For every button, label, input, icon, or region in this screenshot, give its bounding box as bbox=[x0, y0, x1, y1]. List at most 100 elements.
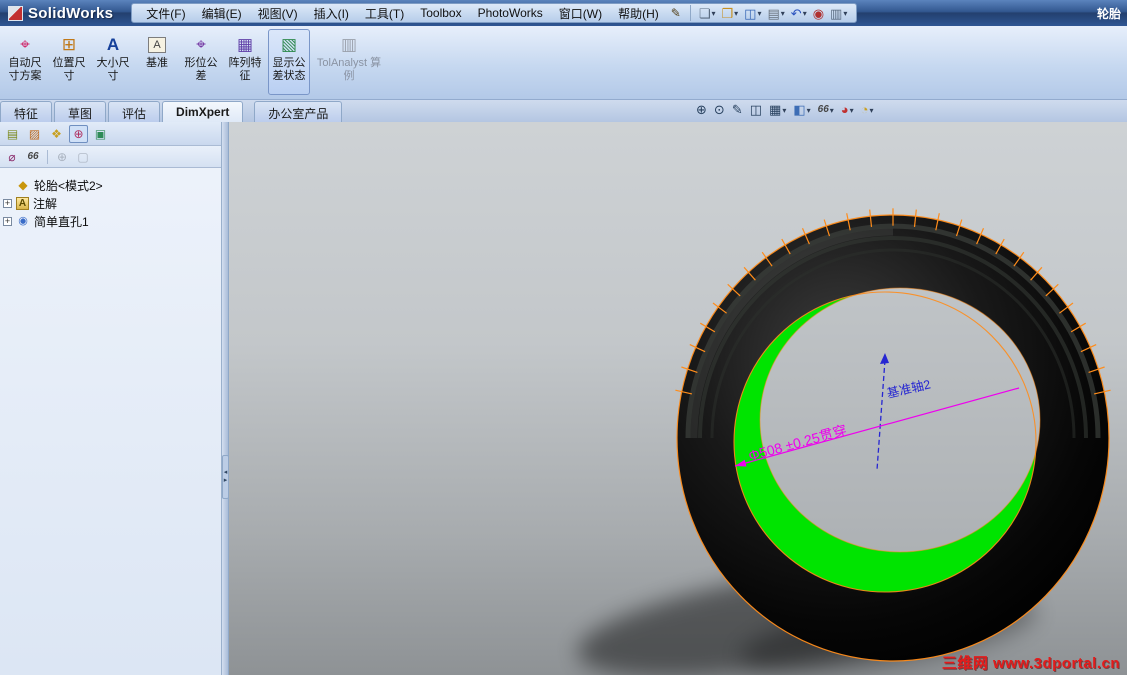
undo-button[interactable]: ↶ bbox=[791, 7, 807, 20]
tree-item-simple-hole[interactable]: ◉ 简单直孔1 bbox=[0, 212, 221, 230]
panel-splitter[interactable]: ◂ ▸ bbox=[222, 122, 229, 675]
menubar: 文件(F) 编辑(E) 视图(V) 插入(I) 工具(T) Toolbox Ph… bbox=[131, 3, 858, 23]
edit-appearance-button[interactable]: ◕ bbox=[841, 103, 854, 117]
print-button[interactable]: ▤ bbox=[767, 7, 784, 20]
menu-edit[interactable]: 编辑(E) bbox=[194, 5, 250, 22]
command-manager: ⌖ 自动尺寸方案 ⊞ 位置尺寸 A 大小尺寸 A 基准 ⌖ 形位公差 ▦ 阵列特… bbox=[0, 26, 1127, 100]
save-icon: ◫ bbox=[744, 5, 757, 21]
dimxpert-manager-panel: ▤ ▨ ❖ ⊕ ▣ ⌀ 66 ⊕ ▢ ◆ 轮胎<模式2> A 注解 bbox=[0, 122, 222, 675]
dropdown-caret-icon[interactable] bbox=[850, 106, 854, 115]
annotations-icon: A bbox=[16, 196, 29, 210]
tree-expander[interactable] bbox=[3, 198, 12, 208]
panel-collapse-handle[interactable]: ◂ ▸ bbox=[222, 455, 229, 499]
zoom-area-button[interactable]: ⊙ bbox=[714, 103, 725, 117]
dropdown-caret-icon[interactable] bbox=[803, 9, 807, 18]
location-dimension-button[interactable]: ⊞ 位置尺寸 bbox=[48, 29, 90, 95]
dimxpert-tool-row: ⌀ 66 ⊕ ▢ bbox=[0, 146, 221, 168]
dimxpert-tool-disabled-icon: ⊕ bbox=[56, 149, 68, 164]
model-viewport[interactable]: 基准轴2 Φ508 ±0.25贯穿 三维网 www.3dportal.cn bbox=[229, 122, 1127, 675]
propertymanager-tab[interactable]: ▨ bbox=[25, 125, 44, 143]
configurationmanager-tab[interactable]: ❖ bbox=[47, 125, 66, 143]
dimxpert-tool2-disabled-icon: ▢ bbox=[77, 149, 89, 164]
menu-file[interactable]: 文件(F) bbox=[138, 5, 193, 22]
open-button[interactable]: ❒ bbox=[721, 7, 738, 20]
button-label: 自动尺寸方案 bbox=[8, 57, 42, 82]
menu-help[interactable]: 帮助(H) bbox=[610, 5, 667, 22]
search-icon[interactable]: ✎ bbox=[671, 6, 681, 20]
section-view-button[interactable]: ◫ bbox=[750, 103, 762, 117]
watermark: 三维网 www.3dportal.cn bbox=[941, 655, 1120, 672]
datum-button[interactable]: A 基准 bbox=[136, 29, 178, 95]
filter-annotations-icon: ✎ bbox=[731, 102, 743, 117]
menu-toolbox[interactable]: Toolbox bbox=[412, 6, 469, 20]
undo-icon: ↶ bbox=[790, 5, 802, 21]
dropdown-caret-icon[interactable] bbox=[734, 9, 738, 18]
menu-tools[interactable]: 工具(T) bbox=[357, 5, 412, 22]
tab-sketch[interactable]: 草图 bbox=[54, 101, 107, 122]
view-orientation-icon: ▦ bbox=[769, 102, 782, 117]
tree-item-part[interactable]: ◆ 轮胎<模式2> bbox=[0, 176, 221, 194]
tab-evaluate[interactable]: 评估 bbox=[108, 101, 161, 122]
tab-dimxpert[interactable]: DimXpert bbox=[162, 101, 244, 122]
location-dimension-icon: ⊞ bbox=[61, 35, 77, 54]
scene-icon: ◔ bbox=[860, 102, 869, 117]
show-tolerance-status-icon[interactable]: 66 bbox=[24, 151, 42, 162]
button-label: 形位公差 bbox=[184, 57, 218, 82]
solidworks-logo-icon bbox=[8, 5, 23, 21]
pattern-feature-icon: ▦ bbox=[236, 35, 254, 54]
tolanalyst-study-button: ▥ TolAnalyst 算例 bbox=[312, 29, 386, 95]
rebuild-icon: ◉ bbox=[812, 5, 825, 21]
new-document-button[interactable]: ❏ bbox=[699, 7, 716, 20]
view-orientation-button[interactable]: ▦ bbox=[769, 103, 786, 117]
tree-item-annotations[interactable]: A 注解 bbox=[0, 194, 221, 212]
print-icon: ▤ bbox=[767, 5, 780, 21]
save-button[interactable]: ◫ bbox=[744, 7, 761, 20]
dropdown-caret-icon[interactable] bbox=[757, 9, 761, 18]
dropdown-caret-icon[interactable] bbox=[843, 9, 847, 18]
geometric-tolerance-icon: ⌖ bbox=[196, 35, 206, 54]
tree-item-label: 注解 bbox=[33, 196, 58, 211]
filter-annotations-button[interactable]: ✎ bbox=[732, 103, 743, 117]
tree-item-label: 轮胎<模式2> bbox=[34, 178, 103, 193]
app-name: SolidWorks bbox=[28, 4, 114, 22]
menu-view[interactable]: 视图(V) bbox=[250, 5, 306, 22]
dimxpert-auto-dimension-icon[interactable]: ⌀ bbox=[3, 150, 21, 164]
zoom-area-icon: ⊙ bbox=[713, 102, 725, 117]
tolanalyst-study-icon: ▥ bbox=[340, 35, 358, 54]
display-style-button[interactable]: ◧ bbox=[793, 103, 810, 117]
collapse-arrow-icon: ◂ bbox=[223, 469, 228, 476]
pattern-feature-button[interactable]: ▦ 阵列特征 bbox=[224, 29, 266, 95]
view-heads-up-toolbar: ⊕ ⊙ ✎ ◫ ▦ ◧ 66 ◕ bbox=[696, 103, 874, 117]
featuremanager-tab[interactable]: ▤ bbox=[3, 125, 22, 143]
dimxpertmanager-tab[interactable]: ⊕ bbox=[69, 124, 88, 143]
part-icon: ◆ bbox=[18, 177, 28, 192]
auto-dimension-scheme-button[interactable]: ⌖ 自动尺寸方案 bbox=[4, 29, 46, 95]
tab-features[interactable]: 特征 bbox=[0, 101, 53, 122]
displaymanager-tab[interactable]: ▣ bbox=[91, 125, 110, 143]
dropdown-caret-icon[interactable] bbox=[711, 9, 715, 18]
auto-dimension-scheme-icon: ⌖ bbox=[20, 35, 30, 54]
menu-photoworks[interactable]: PhotoWorks bbox=[470, 6, 551, 20]
size-dimension-button[interactable]: A 大小尺寸 bbox=[92, 29, 134, 95]
task-pane-button[interactable]: ▥ bbox=[830, 7, 847, 20]
geometric-tolerance-button[interactable]: ⌖ 形位公差 bbox=[180, 29, 222, 95]
menu-insert[interactable]: 插入(I) bbox=[306, 5, 357, 22]
menu-window[interactable]: 窗口(W) bbox=[551, 5, 610, 22]
tire-model-view[interactable]: 基准轴2 Φ508 ±0.25贯穿 bbox=[229, 122, 1127, 675]
hole-feature-icon: ◉ bbox=[18, 214, 28, 227]
rebuild-button[interactable]: ◉ bbox=[813, 7, 824, 20]
button-label: 位置尺寸 bbox=[52, 57, 86, 82]
dropdown-caret-icon[interactable] bbox=[807, 106, 811, 115]
tab-office-products[interactable]: 办公室产品 bbox=[254, 101, 343, 122]
button-label: 基准 bbox=[146, 57, 168, 69]
scene-button[interactable]: ◔ bbox=[861, 103, 874, 117]
dropdown-caret-icon[interactable] bbox=[782, 106, 786, 115]
dropdown-caret-icon[interactable] bbox=[781, 9, 785, 18]
zoom-fit-button[interactable]: ⊕ bbox=[696, 103, 707, 117]
dropdown-caret-icon[interactable] bbox=[830, 106, 834, 115]
show-tolerance-status-button[interactable]: ▧ 显示公差状态 bbox=[268, 29, 310, 95]
dropdown-caret-icon[interactable] bbox=[870, 106, 874, 115]
tree-expander[interactable] bbox=[3, 216, 12, 226]
hide-show-items-button[interactable]: 66 bbox=[818, 103, 834, 117]
collapse-arrow-icon: ▸ bbox=[223, 477, 228, 484]
